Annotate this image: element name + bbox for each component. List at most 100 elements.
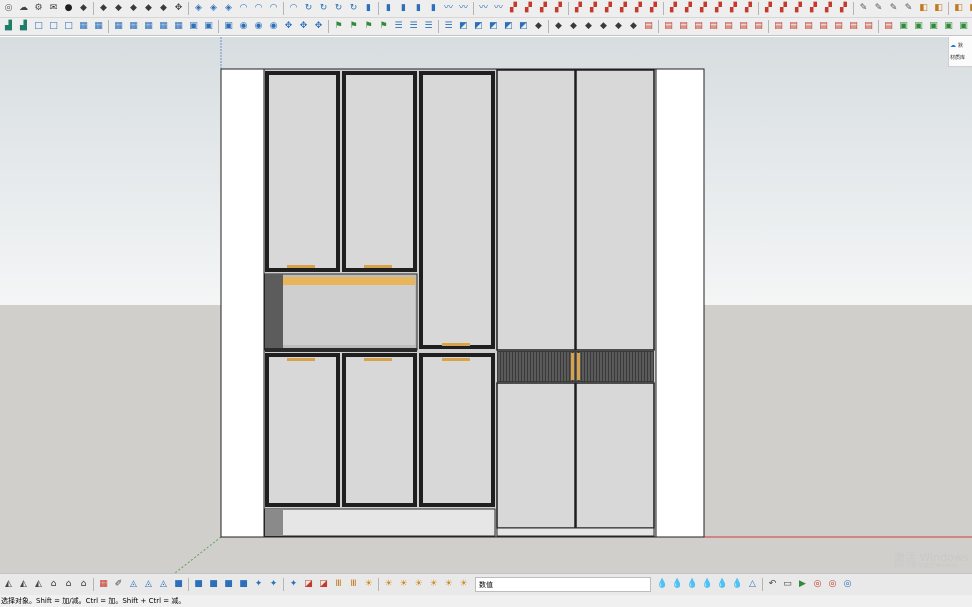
tool-icon[interactable]: ▞ xyxy=(762,2,775,15)
box-icon[interactable]: ◆ xyxy=(597,20,610,33)
layout-icon[interactable]: ▟ xyxy=(2,20,15,33)
eraser-icon[interactable]: ◪ xyxy=(302,578,315,591)
tag-icon[interactable]: ✐ xyxy=(112,578,125,591)
sun-icon[interactable]: ☀ xyxy=(362,578,375,591)
frame-icon[interactable]: ▤ xyxy=(832,20,845,33)
rotate-icon[interactable]: ↻ xyxy=(347,2,360,15)
cloud-icon[interactable]: ☁ xyxy=(17,2,30,15)
chart-icon[interactable]: ◩ xyxy=(472,20,485,33)
square-icon[interactable]: □ xyxy=(47,20,60,33)
record-icon[interactable]: ◎ xyxy=(841,578,854,591)
undo-icon[interactable]: ↶ xyxy=(766,578,779,591)
component-icon[interactable]: ◆ xyxy=(97,2,110,15)
grid-icon[interactable]: ▦ xyxy=(157,20,170,33)
component-icon[interactable]: ◆ xyxy=(112,2,125,15)
upper-door-1[interactable] xyxy=(269,75,336,268)
move-icon[interactable]: ✥ xyxy=(282,20,295,33)
move-icon[interactable]: ✥ xyxy=(297,20,310,33)
square-icon[interactable]: □ xyxy=(62,20,75,33)
box-icon[interactable]: ◧ xyxy=(967,2,972,15)
view-icon[interactable]: ■ xyxy=(207,578,220,591)
panel-icon[interactable]: ▮ xyxy=(427,2,440,15)
tool-icon[interactable]: ▞ xyxy=(822,2,835,15)
sun-icon[interactable]: ☀ xyxy=(427,578,440,591)
rotate-icon[interactable]: ↻ xyxy=(332,2,345,15)
frame-icon[interactable]: ▤ xyxy=(707,20,720,33)
mail-icon[interactable]: ✉ xyxy=(47,2,60,15)
tool-icon[interactable]: ▞ xyxy=(632,2,645,15)
chart-icon[interactable]: ◩ xyxy=(457,20,470,33)
paint-icon[interactable]: ◈ xyxy=(207,2,220,15)
measurements-box[interactable]: 数值 xyxy=(475,577,651,592)
tool-icon[interactable]: ▞ xyxy=(537,2,550,15)
circle-icon[interactable]: ◉ xyxy=(267,20,280,33)
lower-door-3[interactable] xyxy=(423,357,491,503)
tool-icon[interactable]: ▞ xyxy=(552,2,565,15)
sun-icon[interactable]: ☀ xyxy=(382,578,395,591)
frame-icon[interactable]: ▤ xyxy=(677,20,690,33)
paint-icon[interactable]: ◈ xyxy=(192,2,205,15)
tall-door[interactable] xyxy=(423,75,491,345)
eraser-icon[interactable]: ◪ xyxy=(317,578,330,591)
materials-tab[interactable]: 材质库 xyxy=(950,51,971,63)
layer-icon[interactable]: ◭ xyxy=(2,578,15,591)
list-icon[interactable]: ☰ xyxy=(407,20,420,33)
lower-door-2[interactable] xyxy=(346,357,413,503)
curve-icon[interactable]: 〰 xyxy=(477,2,490,15)
flag-icon[interactable]: ⚑ xyxy=(362,20,375,33)
tool-icon[interactable]: ▞ xyxy=(507,2,520,15)
select-icon[interactable]: ◎ xyxy=(2,2,15,15)
home-icon[interactable]: ⌂ xyxy=(47,578,60,591)
default-tray-panel[interactable]: ☁ 默 材质库 xyxy=(948,37,972,67)
check-icon[interactable]: ▣ xyxy=(927,20,940,33)
wardrobe-upper-door-1[interactable] xyxy=(496,69,576,351)
chart-icon[interactable]: ◩ xyxy=(502,20,515,33)
frame-icon[interactable]: ▤ xyxy=(847,20,860,33)
tool-icon[interactable]: ▞ xyxy=(587,2,600,15)
panel-icon[interactable]: ▮ xyxy=(397,2,410,15)
tool-icon[interactable]: ▞ xyxy=(727,2,740,15)
model-viewport[interactable] xyxy=(0,37,972,573)
shape-icon[interactable]: ◠ xyxy=(287,2,300,15)
tool-icon[interactable]: ▞ xyxy=(792,2,805,15)
tool-icon[interactable]: ▞ xyxy=(712,2,725,15)
upper-door-2[interactable] xyxy=(346,75,413,268)
shape-icon[interactable]: ◠ xyxy=(237,2,250,15)
list-icon[interactable]: ☰ xyxy=(442,20,455,33)
home-icon[interactable]: ⌂ xyxy=(77,578,90,591)
viewport-canvas[interactable] xyxy=(0,37,972,573)
flag-icon[interactable]: ⚑ xyxy=(347,20,360,33)
tool-icon[interactable]: ▞ xyxy=(742,2,755,15)
grid-icon[interactable]: ▦ xyxy=(142,20,155,33)
frame-icon[interactable]: ▤ xyxy=(692,20,705,33)
component-icon[interactable]: ◆ xyxy=(77,2,90,15)
layout-icon[interactable]: ▟ xyxy=(17,20,30,33)
view-icon[interactable]: ■ xyxy=(222,578,235,591)
list-icon[interactable]: ☰ xyxy=(392,20,405,33)
tool-icon[interactable]: ▞ xyxy=(807,2,820,15)
layer-icon[interactable]: ◭ xyxy=(17,578,30,591)
frame-icon[interactable]: ▤ xyxy=(772,20,785,33)
drop-icon[interactable]: 💧 xyxy=(731,578,744,591)
box-icon[interactable]: ◆ xyxy=(567,20,580,33)
tray-title[interactable]: ☁ 默 xyxy=(950,39,971,51)
square-icon[interactable]: ▣ xyxy=(202,20,215,33)
home-icon[interactable]: ⌂ xyxy=(62,578,75,591)
record-icon[interactable]: ◎ xyxy=(811,578,824,591)
check-icon[interactable]: ▣ xyxy=(957,20,970,33)
tool-icon[interactable]: ▞ xyxy=(682,2,695,15)
style-icon[interactable]: ◬ xyxy=(127,578,140,591)
frame-icon[interactable]: ▤ xyxy=(802,20,815,33)
tool-icon[interactable]: ▞ xyxy=(602,2,615,15)
wand-icon[interactable]: ✦ xyxy=(252,578,265,591)
layer-icon[interactable]: ◭ xyxy=(32,578,45,591)
square-icon[interactable]: □ xyxy=(32,20,45,33)
chart-icon[interactable]: ◩ xyxy=(517,20,530,33)
curve-icon[interactable]: 〰 xyxy=(442,2,455,15)
square-icon[interactable]: ▣ xyxy=(187,20,200,33)
wand-icon[interactable]: ✦ xyxy=(267,578,280,591)
grid-icon[interactable]: ▦ xyxy=(112,20,125,33)
gear-icon[interactable]: ⚙ xyxy=(32,2,45,15)
tool-icon[interactable]: ▞ xyxy=(647,2,660,15)
tool-icon[interactable]: ▞ xyxy=(522,2,535,15)
